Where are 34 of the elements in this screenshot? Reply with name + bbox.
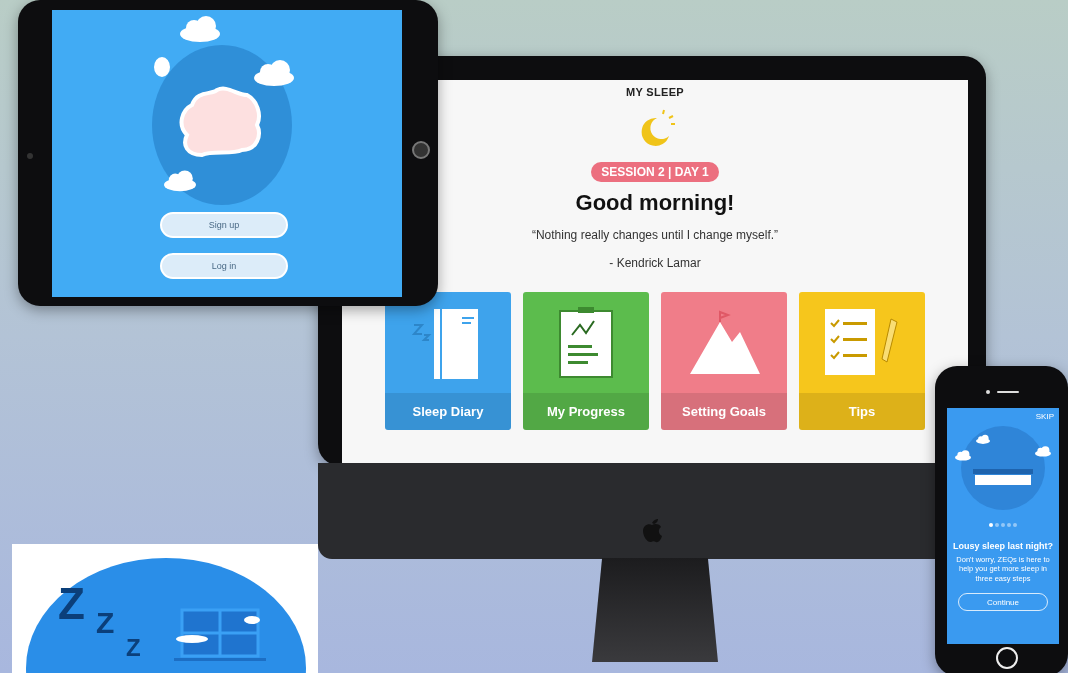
sleep-letter: Z — [96, 608, 115, 638]
page-dot[interactable] — [995, 523, 999, 527]
cloud-icon — [164, 170, 196, 192]
card-label: Setting Goals — [661, 393, 787, 430]
home-button-icon — [995, 646, 1019, 670]
sleep-letter: Z — [126, 636, 141, 660]
page-dot[interactable] — [1007, 523, 1011, 527]
menu-card[interactable]: Tips — [799, 292, 925, 430]
onboarding-headline: Lousy sleep last night? — [953, 541, 1053, 551]
session-badge: SESSION 2 | DAY 1 — [591, 162, 719, 182]
clipboard-icon — [556, 304, 616, 381]
menu-card[interactable]: My Progress — [523, 292, 649, 430]
page-dot[interactable] — [989, 523, 993, 527]
quote-author: - Kendrick Lamar — [609, 256, 701, 270]
page-dot[interactable] — [1001, 523, 1005, 527]
card-label: Sleep Diary — [385, 393, 511, 430]
window-icon — [172, 608, 268, 664]
card-label: Tips — [799, 393, 925, 430]
auth-button[interactable]: Sign up — [160, 212, 288, 238]
camera-icon — [26, 152, 34, 160]
cloud-icon — [180, 16, 220, 42]
app-title: MY SLEEP — [626, 86, 684, 98]
cloud-icon — [254, 60, 294, 86]
speaker-icon — [985, 388, 1021, 396]
menu-card[interactable]: Sleep Diary — [385, 292, 511, 430]
page-dot[interactable] — [1013, 523, 1017, 527]
skip-link[interactable]: SKIP — [1035, 412, 1054, 421]
greeting-heading: Good morning! — [575, 190, 735, 216]
home-button-icon — [412, 140, 430, 160]
card-label: My Progress — [523, 393, 649, 430]
auth-button[interactable]: Log in — [160, 253, 288, 279]
quote-text: “Nothing really changes until I change myself.” — [531, 228, 779, 242]
sleep-letter: Z — [58, 582, 85, 626]
menu-card[interactable]: Setting Goals — [661, 292, 787, 430]
